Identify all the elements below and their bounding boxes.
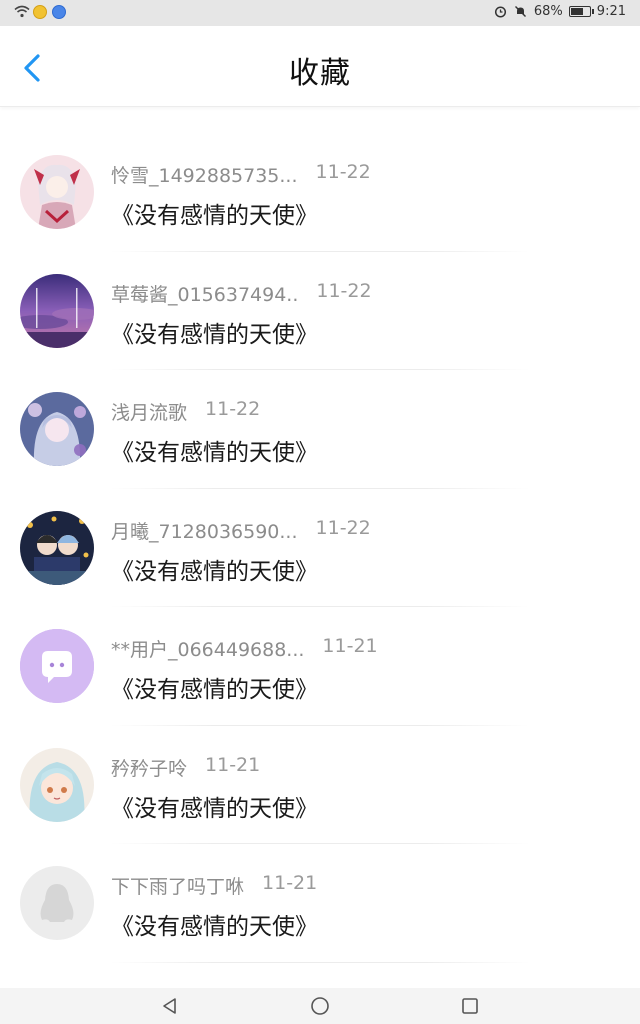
work-title[interactable]: 《没有感情的天使》 [111, 670, 318, 704]
work-title[interactable]: 《没有感情的天使》 [111, 789, 318, 823]
list-item[interactable]: 矜矜子呤 11-21 《没有感情的天使》 [0, 726, 640, 844]
header-bar: 收藏 [0, 26, 640, 107]
username[interactable]: 怜雪_1492885735... [111, 161, 298, 188]
app-notification-icon [33, 5, 47, 19]
date: 11-22 [205, 398, 261, 420]
list-item[interactable]: 浅月流歌 11-22 《没有感情的天使》 [0, 370, 640, 489]
avatar-anime-girl-blue[interactable] [20, 392, 94, 466]
date: 11-22 [316, 279, 372, 302]
list-item[interactable]: 怜雪_1492885735... 11-22 《没有感情的天使》 [0, 133, 640, 252]
list-item[interactable]: 草莓酱_015637494.. 11-22 《没有感情的天使》 [0, 252, 640, 370]
nav-back-button[interactable] [160, 996, 180, 1016]
avatar-anime-girl-silver[interactable] [20, 747, 94, 822]
date: 11-21 [262, 872, 318, 894]
alarm-icon [494, 5, 508, 19]
battery-percent: 68% [533, 4, 563, 19]
username[interactable]: **用户_066449688... [111, 635, 304, 662]
date: 11-22 [315, 516, 371, 539]
username[interactable]: 月曦_7128036590... [111, 517, 298, 544]
date: 11-22 [315, 161, 371, 183]
back-triangle-icon [163, 998, 176, 1014]
battery-icon [568, 6, 594, 17]
date: 11-21 [322, 635, 378, 657]
username[interactable]: 矜矜子呤 [111, 754, 187, 781]
work-title[interactable]: 《没有感情的天使》 [111, 315, 318, 349]
avatar-anime-girl-red[interactable] [20, 155, 94, 229]
work-title[interactable]: 《没有感情的天使》 [111, 433, 318, 467]
item-meta: 浅月流歌 11-22 [111, 398, 260, 425]
status-right-icons: 68% 9:21 [494, 4, 626, 19]
clock-time: 9:21 [596, 4, 626, 19]
item-meta: 矜矜子呤 11-21 [111, 754, 260, 781]
nav-recents-button[interactable] [460, 996, 480, 1016]
list-item[interactable]: 下下雨了吗丁咻 11-21 《没有感情的天使》 [0, 844, 640, 963]
username[interactable]: 浅月流歌 [111, 398, 187, 425]
browser-app-icon [52, 5, 66, 19]
status-bar: 68% 9:21 [0, 0, 640, 26]
system-nav-bar [0, 988, 640, 1024]
nav-home-button[interactable] [310, 996, 330, 1016]
work-title[interactable]: 《没有感情的天使》 [111, 196, 318, 230]
item-meta: 怜雪_1492885735... 11-22 [111, 161, 371, 188]
item-meta: 月曦_7128036590... 11-22 [111, 517, 371, 544]
item-meta: 草莓酱_015637494.. 11-22 [111, 280, 372, 307]
wifi-icon [14, 5, 30, 19]
date: 11-21 [205, 753, 261, 776]
list-item[interactable]: **用户_066449688... 11-21 《没有感情的天使》 [0, 607, 640, 726]
home-circle-icon [311, 997, 329, 1015]
mute-icon [514, 5, 528, 19]
work-title[interactable]: 《没有感情的天使》 [111, 552, 318, 586]
username[interactable]: 下下雨了吗丁咻 [111, 872, 244, 899]
avatar-default-penguin[interactable] [20, 866, 94, 940]
item-meta: **用户_066449688... 11-21 [111, 635, 378, 662]
page-title: 收藏 [289, 56, 351, 91]
work-title[interactable]: 《没有感情的天使》 [111, 907, 318, 941]
list-item[interactable]: 月曦_7128036590... 11-22 《没有感情的天使》 [0, 489, 640, 607]
avatar-chat-bubble[interactable] [20, 629, 94, 703]
favorites-list: 怜雪_1492885735... 11-22 《没有感情的天使》 草莓酱_0156… [0, 133, 640, 963]
avatar-night-lanterns[interactable] [20, 510, 94, 585]
item-meta: 下下雨了吗丁咻 11-21 [111, 872, 317, 899]
avatar-purple-sky[interactable] [20, 273, 94, 348]
recents-square-icon [462, 998, 478, 1014]
username[interactable]: 草莓酱_015637494.. [111, 280, 298, 307]
divider [110, 961, 530, 963]
status-left-icons [14, 5, 66, 19]
